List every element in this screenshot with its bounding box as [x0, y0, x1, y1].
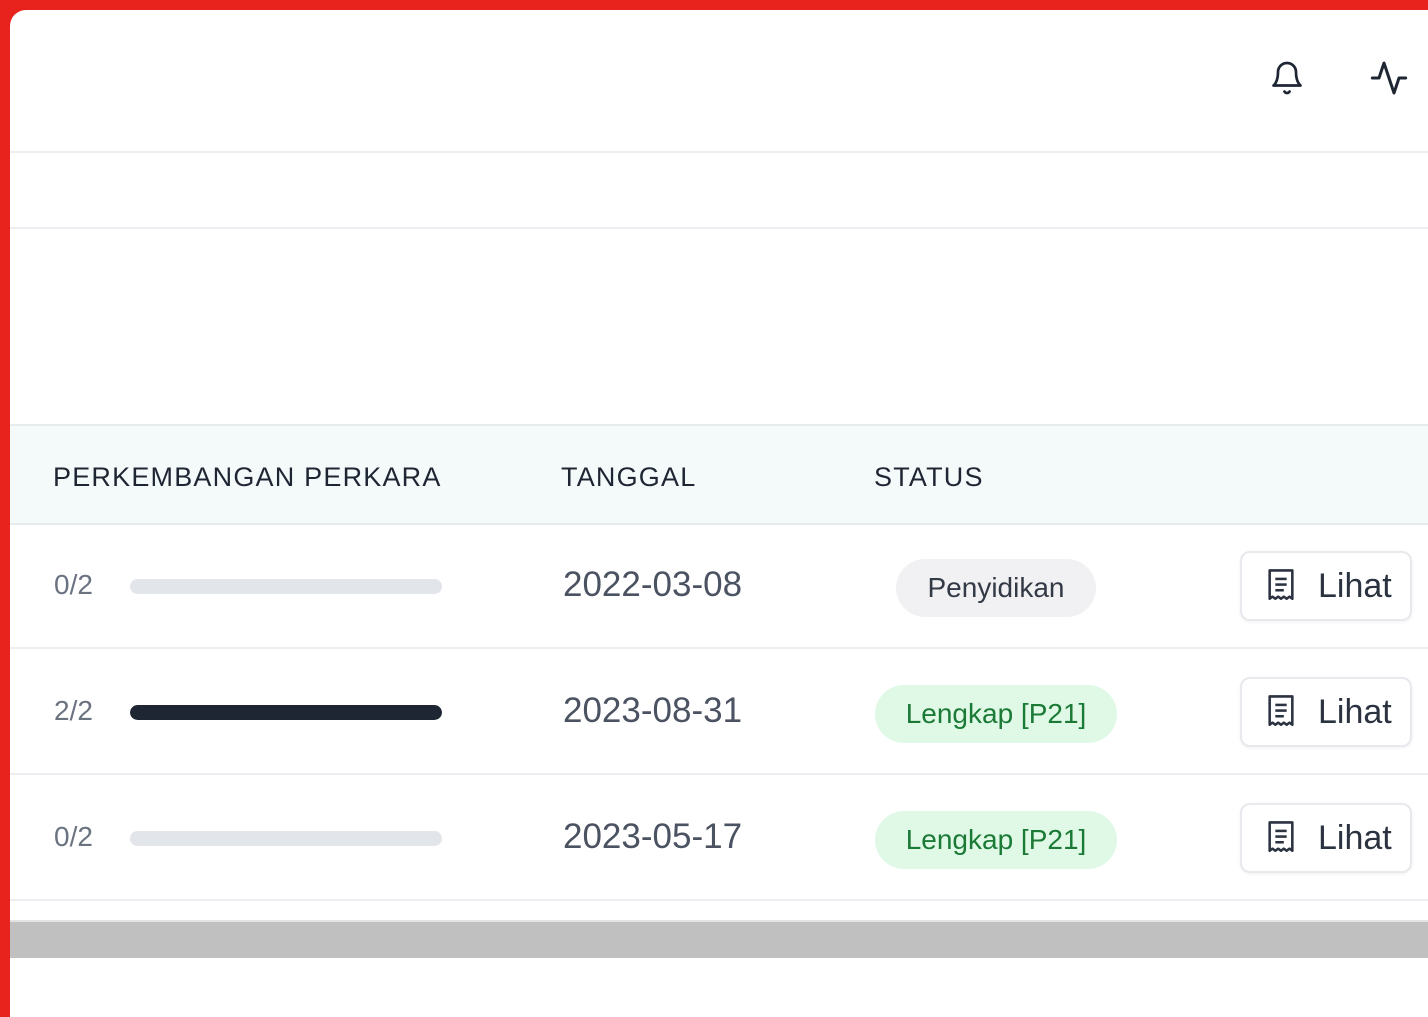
column-header-status: STATUS — [874, 462, 984, 492]
view-button[interactable]: Lihat — [1240, 803, 1412, 873]
progress-bar — [130, 579, 442, 594]
sub-bar — [10, 153, 1428, 229]
table-header: PERKEMBANGAN PERKARA TANGGAL STATUS — [10, 424, 1428, 525]
column-header-progress: PERKEMBANGAN PERKARA — [53, 462, 442, 492]
date-cell: 2022-03-08 — [563, 565, 743, 604]
view-button-label: Lihat — [1318, 566, 1392, 605]
table-row: 2/2 2023-08-31 Lengkap [P21] Lihat — [10, 649, 1428, 775]
date-cell: 2023-05-17 — [563, 817, 743, 856]
progress-bar — [130, 831, 442, 846]
view-button[interactable]: Lihat — [1240, 677, 1412, 747]
progress-text: 2/2 — [54, 695, 93, 726]
document-icon — [1268, 695, 1294, 727]
status-badge: Lengkap [P21] — [875, 811, 1117, 869]
table-row: 0/2 2023-05-17 Lengkap [P21] Lihat — [10, 775, 1428, 901]
view-button-label: Lihat — [1318, 692, 1392, 731]
view-button-label: Lihat — [1318, 818, 1392, 857]
progress-bar-fill — [130, 705, 442, 720]
view-button[interactable]: Lihat — [1240, 551, 1412, 621]
app-window: PERKEMBANGAN PERKARA TANGGAL STATUS 0/2 … — [10, 10, 1428, 1017]
activity-icon[interactable] — [1367, 56, 1411, 100]
table-row: 0/2 2022-03-08 Penyidikan Lihat — [10, 523, 1428, 649]
top-bar — [10, 10, 1428, 153]
progress-bar — [130, 705, 442, 720]
date-cell: 2023-08-31 — [563, 691, 743, 730]
status-badge: Penyidikan — [896, 559, 1096, 617]
bell-icon[interactable] — [1265, 56, 1309, 100]
column-header-date: TANGGAL — [561, 462, 697, 492]
document-icon — [1268, 821, 1294, 853]
status-badge: Lengkap [P21] — [875, 685, 1117, 743]
progress-text: 0/2 — [54, 569, 93, 600]
document-icon — [1268, 569, 1294, 601]
progress-text: 0/2 — [54, 821, 93, 852]
horizontal-scrollbar[interactable] — [10, 920, 1428, 958]
